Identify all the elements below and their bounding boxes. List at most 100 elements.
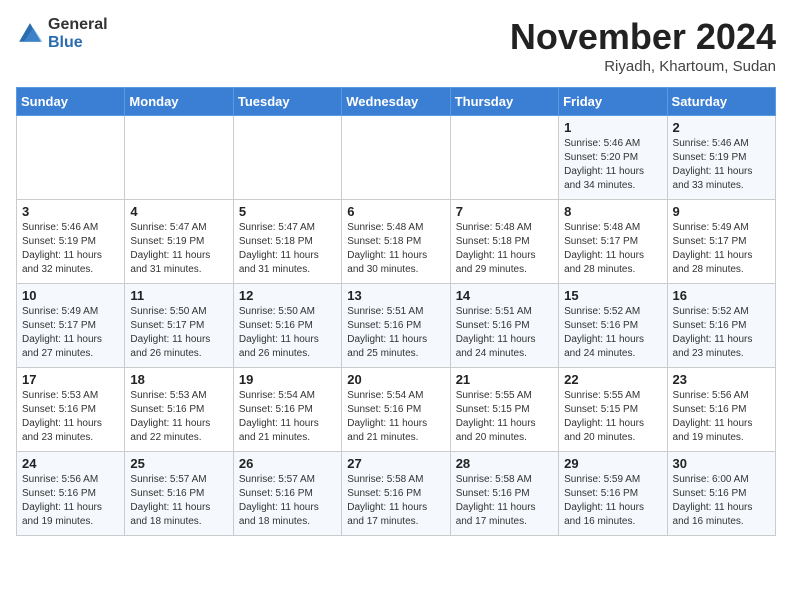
calendar-header: SundayMondayTuesdayWednesdayThursdayFrid… xyxy=(17,88,776,116)
day-number: 23 xyxy=(673,372,770,387)
weekday-header-thursday: Thursday xyxy=(450,88,558,116)
location-subtitle: Riyadh, Khartoum, Sudan xyxy=(510,58,776,75)
calendar-cell: 28 Sunrise: 5:58 AM Sunset: 5:16 PM Dayli… xyxy=(450,452,558,536)
calendar-cell: 9Sunrise: 5:49 AM Sunset: 5:17 PM Daylig… xyxy=(667,200,775,284)
day-number: 25 xyxy=(130,456,227,471)
day-info: Sunrise: 5:59 AM Sunset: 5:16 PM Dayligh… xyxy=(564,473,661,529)
weekday-header-saturday: Saturday xyxy=(667,88,775,116)
day-info: Sunrise: 5:46 AM Sunset: 5:19 PM Dayligh… xyxy=(673,137,770,193)
day-number: 8 xyxy=(564,204,661,219)
day-info: Sunrise: 5:51 AM Sunset: 5:16 PM Dayligh… xyxy=(347,305,444,361)
calendar-cell: 2 Sunrise: 5:46 AM Sunset: 5:19 PM Daylig… xyxy=(667,116,775,200)
day-info: Sunrise: 5:53 AM Sunset: 5:16 PM Dayligh… xyxy=(130,389,227,445)
day-number: 27 xyxy=(347,456,444,471)
calendar-cell: 19Sunrise: 5:54 AM Sunset: 5:16 PM Dayli… xyxy=(233,368,341,452)
day-info: Sunrise: 5:50 AM Sunset: 5:17 PM Dayligh… xyxy=(130,305,227,361)
calendar-cell: 3Sunrise: 5:46 AM Sunset: 5:19 PM Daylig… xyxy=(17,200,125,284)
logo-text: General Blue xyxy=(48,16,108,51)
weekday-header-monday: Monday xyxy=(125,88,233,116)
weekday-header-sunday: Sunday xyxy=(17,88,125,116)
calendar-cell xyxy=(450,116,558,200)
calendar-cell: 26 Sunrise: 5:57 AM Sunset: 5:16 PM Dayli… xyxy=(233,452,341,536)
day-number: 16 xyxy=(673,288,770,303)
day-info: Sunrise: 5:53 AM Sunset: 5:16 PM Dayligh… xyxy=(22,389,119,445)
day-info: Sunrise: 5:58 AM Sunset: 5:16 PM Dayligh… xyxy=(456,473,553,529)
calendar-cell xyxy=(233,116,341,200)
calendar-week-3: 10 Sunrise: 5:49 AM Sunset: 5:17 PM Dayli… xyxy=(17,284,776,368)
weekday-header-row: SundayMondayTuesdayWednesdayThursdayFrid… xyxy=(17,88,776,116)
day-number: 30 xyxy=(673,456,770,471)
day-info: Sunrise: 5:49 AM Sunset: 5:17 PM Dayligh… xyxy=(673,221,770,277)
logo: General Blue xyxy=(16,16,108,51)
calendar-body: 1Sunrise: 5:46 AM Sunset: 5:20 PM Daylig… xyxy=(17,116,776,536)
day-info: Sunrise: 5:56 AM Sunset: 5:16 PM Dayligh… xyxy=(22,473,119,529)
day-info: Sunrise: 5:52 AM Sunset: 5:16 PM Dayligh… xyxy=(673,305,770,361)
day-number: 20 xyxy=(347,372,444,387)
day-info: Sunrise: 5:57 AM Sunset: 5:16 PM Dayligh… xyxy=(239,473,336,529)
calendar-cell: 4Sunrise: 5:47 AM Sunset: 5:19 PM Daylig… xyxy=(125,200,233,284)
calendar-cell: 5 Sunrise: 5:47 AM Sunset: 5:18 PM Daylig… xyxy=(233,200,341,284)
day-info: Sunrise: 5:47 AM Sunset: 5:19 PM Dayligh… xyxy=(130,221,227,277)
day-number: 12 xyxy=(239,288,336,303)
calendar-cell xyxy=(342,116,450,200)
calendar-cell: 23 Sunrise: 5:56 AM Sunset: 5:16 PM Dayli… xyxy=(667,368,775,452)
day-info: Sunrise: 5:52 AM Sunset: 5:16 PM Dayligh… xyxy=(564,305,661,361)
day-info: Sunrise: 5:47 AM Sunset: 5:18 PM Dayligh… xyxy=(239,221,336,277)
day-number: 21 xyxy=(456,372,553,387)
day-info: Sunrise: 5:49 AM Sunset: 5:17 PM Dayligh… xyxy=(22,305,119,361)
calendar-cell: 24 Sunrise: 5:56 AM Sunset: 5:16 PM Dayli… xyxy=(17,452,125,536)
calendar-cell: 17 Sunrise: 5:53 AM Sunset: 5:16 PM Dayli… xyxy=(17,368,125,452)
weekday-header-tuesday: Tuesday xyxy=(233,88,341,116)
day-info: Sunrise: 5:48 AM Sunset: 5:18 PM Dayligh… xyxy=(456,221,553,277)
calendar-cell: 14 Sunrise: 5:51 AM Sunset: 5:16 PM Dayli… xyxy=(450,284,558,368)
day-info: Sunrise: 5:48 AM Sunset: 5:17 PM Dayligh… xyxy=(564,221,661,277)
month-title: November 2024 xyxy=(510,16,776,58)
day-number: 11 xyxy=(130,288,227,303)
page-header: General Blue November 2024 Riyadh, Khart… xyxy=(16,16,776,75)
calendar-week-4: 17 Sunrise: 5:53 AM Sunset: 5:16 PM Dayli… xyxy=(17,368,776,452)
calendar-cell: 21Sunrise: 5:55 AM Sunset: 5:15 PM Dayli… xyxy=(450,368,558,452)
day-info: Sunrise: 5:58 AM Sunset: 5:16 PM Dayligh… xyxy=(347,473,444,529)
weekday-header-friday: Friday xyxy=(559,88,667,116)
day-number: 13 xyxy=(347,288,444,303)
day-info: Sunrise: 5:48 AM Sunset: 5:18 PM Dayligh… xyxy=(347,221,444,277)
day-number: 28 xyxy=(456,456,553,471)
calendar-cell xyxy=(17,116,125,200)
day-number: 1 xyxy=(564,120,661,135)
day-info: Sunrise: 5:51 AM Sunset: 5:16 PM Dayligh… xyxy=(456,305,553,361)
day-info: Sunrise: 5:54 AM Sunset: 5:16 PM Dayligh… xyxy=(239,389,336,445)
calendar-cell: 18 Sunrise: 5:53 AM Sunset: 5:16 PM Dayli… xyxy=(125,368,233,452)
logo-icon xyxy=(16,20,44,48)
logo-general: General xyxy=(48,16,108,34)
calendar-cell: 13 Sunrise: 5:51 AM Sunset: 5:16 PM Dayli… xyxy=(342,284,450,368)
day-number: 6 xyxy=(347,204,444,219)
day-number: 24 xyxy=(22,456,119,471)
logo-blue: Blue xyxy=(48,34,108,52)
day-info: Sunrise: 5:56 AM Sunset: 5:16 PM Dayligh… xyxy=(673,389,770,445)
calendar-week-5: 24 Sunrise: 5:56 AM Sunset: 5:16 PM Dayli… xyxy=(17,452,776,536)
day-number: 5 xyxy=(239,204,336,219)
calendar-cell: 1Sunrise: 5:46 AM Sunset: 5:20 PM Daylig… xyxy=(559,116,667,200)
calendar-cell: 20Sunrise: 5:54 AM Sunset: 5:16 PM Dayli… xyxy=(342,368,450,452)
day-info: Sunrise: 5:46 AM Sunset: 5:19 PM Dayligh… xyxy=(22,221,119,277)
calendar-table: SundayMondayTuesdayWednesdayThursdayFrid… xyxy=(16,87,776,536)
calendar-cell: 10 Sunrise: 5:49 AM Sunset: 5:17 PM Dayli… xyxy=(17,284,125,368)
day-info: Sunrise: 5:57 AM Sunset: 5:16 PM Dayligh… xyxy=(130,473,227,529)
calendar-cell: 12Sunrise: 5:50 AM Sunset: 5:16 PM Dayli… xyxy=(233,284,341,368)
day-number: 10 xyxy=(22,288,119,303)
day-number: 18 xyxy=(130,372,227,387)
day-info: Sunrise: 5:55 AM Sunset: 5:15 PM Dayligh… xyxy=(564,389,661,445)
calendar-cell: 8 Sunrise: 5:48 AM Sunset: 5:17 PM Daylig… xyxy=(559,200,667,284)
weekday-header-wednesday: Wednesday xyxy=(342,88,450,116)
calendar-cell: 22Sunrise: 5:55 AM Sunset: 5:15 PM Dayli… xyxy=(559,368,667,452)
calendar-cell: 16 Sunrise: 5:52 AM Sunset: 5:16 PM Dayli… xyxy=(667,284,775,368)
day-info: Sunrise: 6:00 AM Sunset: 5:16 PM Dayligh… xyxy=(673,473,770,529)
day-number: 14 xyxy=(456,288,553,303)
day-number: 17 xyxy=(22,372,119,387)
calendar-cell: 25 Sunrise: 5:57 AM Sunset: 5:16 PM Dayli… xyxy=(125,452,233,536)
day-number: 26 xyxy=(239,456,336,471)
calendar-week-2: 3Sunrise: 5:46 AM Sunset: 5:19 PM Daylig… xyxy=(17,200,776,284)
day-number: 2 xyxy=(673,120,770,135)
day-number: 15 xyxy=(564,288,661,303)
calendar-cell: 6 Sunrise: 5:48 AM Sunset: 5:18 PM Daylig… xyxy=(342,200,450,284)
